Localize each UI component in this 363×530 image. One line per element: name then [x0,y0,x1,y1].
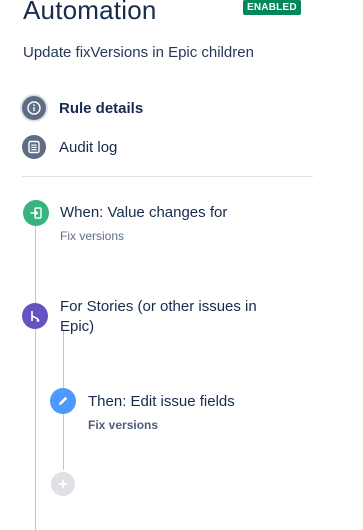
add-component-button[interactable] [51,472,75,496]
branch-title[interactable]: For Stories (or other issues in Epic) [60,297,285,337]
nav-item-label: Audit log [59,138,118,156]
info-icon [22,96,46,120]
page-title: Automation [23,0,157,25]
trigger-icon [30,207,42,219]
nav-item-audit-log[interactable]: Audit log [22,135,117,159]
pencil-icon [59,396,68,405]
trigger-title[interactable]: When: Value changes for [60,203,227,223]
branch-node[interactable] [22,303,48,329]
trigger-node[interactable] [23,200,49,226]
action-subtitle: Fix versions [88,418,159,432]
nav-item-rule-details[interactable]: Rule details [22,96,143,120]
branch-icon [31,311,40,322]
trigger-subtitle: Fix versions [60,229,125,243]
automation-rule-panel: Automation ENABLED Update fixVersions in… [0,0,363,530]
action-node[interactable] [50,388,76,414]
nav-item-label: Rule details [59,99,144,117]
status-badge: ENABLED [243,0,301,15]
audit-log-icon [22,135,46,159]
divider [22,176,313,177]
rule-name: Update fixVersions in Epic children [23,44,254,61]
plus-icon [59,480,67,488]
flow-connector-line [35,225,36,530]
action-title[interactable]: Then: Edit issue fields [88,392,235,412]
